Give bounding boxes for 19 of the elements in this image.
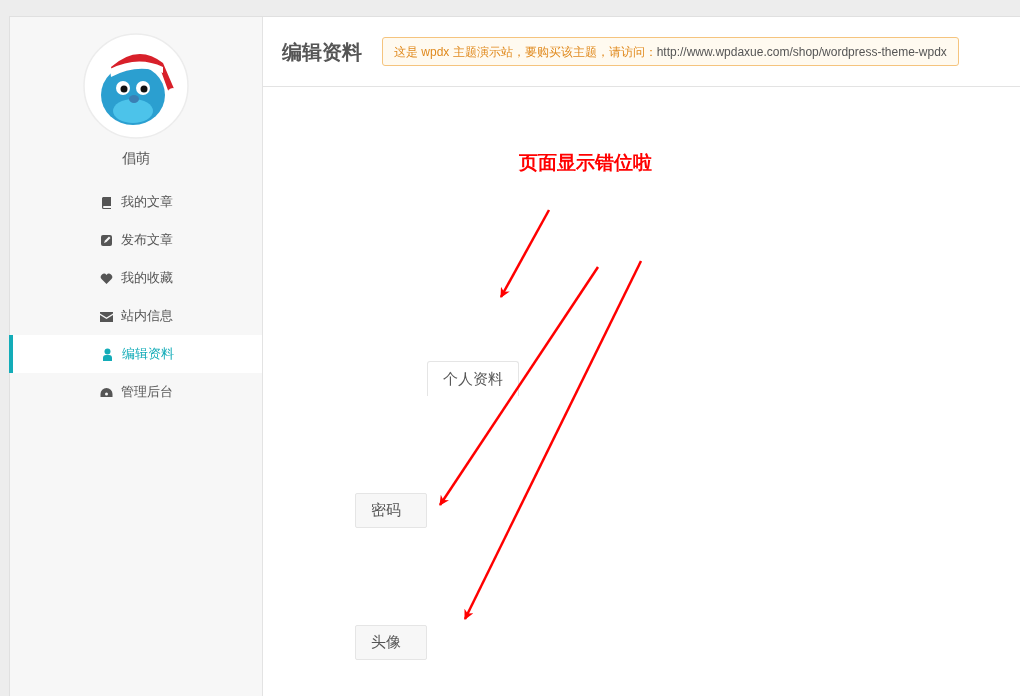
tab[interactable]: 头像	[355, 625, 427, 660]
menu-item[interactable]: 发布文章	[10, 221, 262, 259]
menu-item[interactable]: 管理后台	[10, 373, 262, 411]
page-title: 编辑资料	[282, 39, 362, 65]
annotation-text: 页面显示错位啦	[519, 151, 652, 175]
heart-icon	[99, 271, 113, 285]
menu-item[interactable]: 我的文章	[10, 183, 262, 221]
tab[interactable]: 个人资料	[427, 361, 519, 396]
edit-icon	[99, 233, 113, 247]
menu-item[interactable]: 站内信息	[10, 297, 262, 335]
menu-item[interactable]: 我的收藏	[10, 259, 262, 297]
dashboard-icon	[99, 385, 113, 399]
tab[interactable]: 密码	[355, 493, 427, 528]
notice-text: 这是 wpdx 主题演示站，要购买该主题，请访问：	[394, 43, 657, 61]
user-name: 倡萌	[122, 149, 150, 168]
notice-link[interactable]: http://www.wpdaxue.com/shop/wordpress-theme-wpdx	[656, 42, 947, 61]
mail-icon	[99, 309, 113, 323]
book-icon	[99, 195, 113, 209]
user-icon	[101, 347, 114, 361]
